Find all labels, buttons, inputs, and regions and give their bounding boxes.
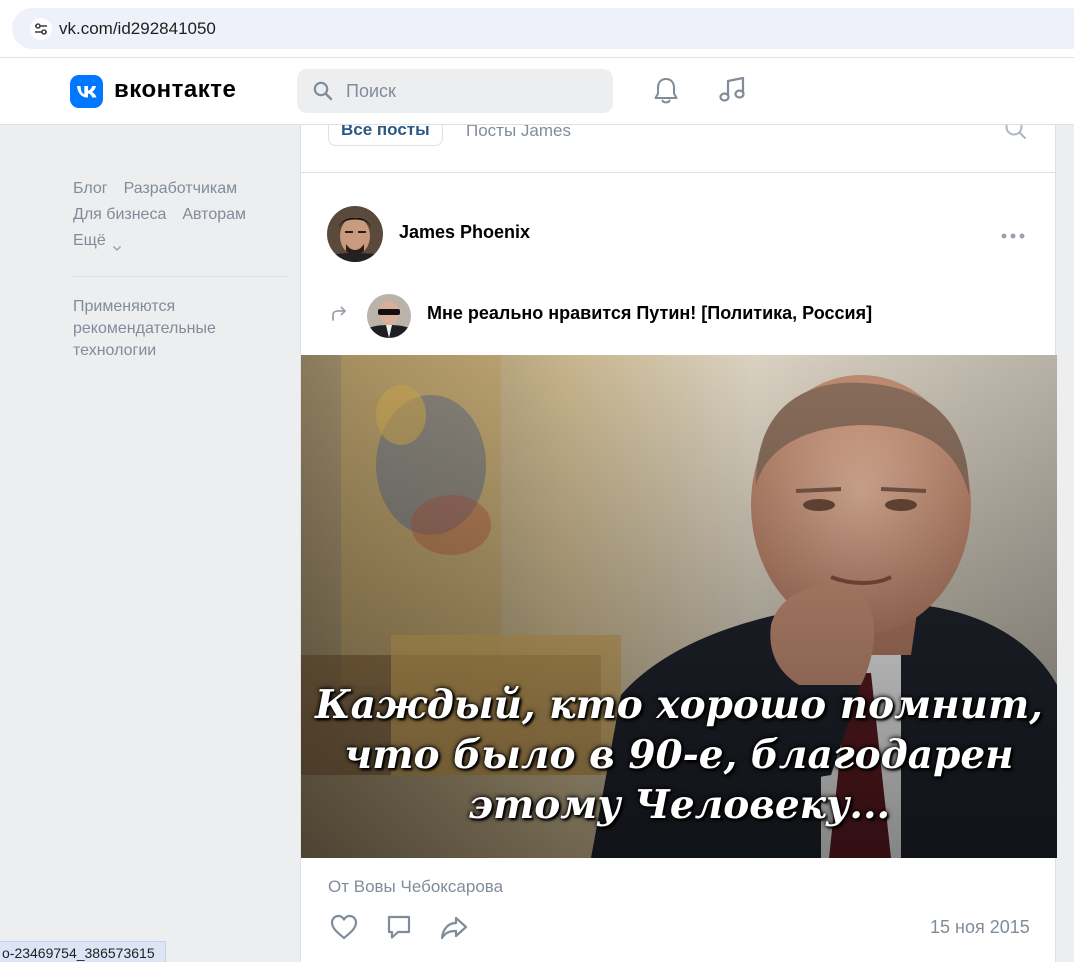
- bell-icon[interactable]: [652, 76, 680, 106]
- search-icon[interactable]: [1004, 125, 1028, 141]
- more-menu[interactable]: Ещё: [73, 228, 293, 254]
- url-text[interactable]: vk.com/id292841050: [59, 19, 216, 39]
- chevron-down-icon: [112, 236, 122, 252]
- post-source[interactable]: От Вовы Чебоксарова: [328, 877, 503, 897]
- share-icon[interactable]: [439, 913, 469, 941]
- post-card: James Phoenix Мне реально нравится Путин…: [300, 173, 1057, 962]
- repost-source-avatar[interactable]: [367, 294, 411, 338]
- search-icon: [313, 81, 333, 101]
- address-bar[interactable]: vk.com/id292841050: [12, 8, 1074, 49]
- footer-links: Блог Разработчикам Для бизнеса Авторам Ещё: [73, 176, 293, 254]
- link-business[interactable]: Для бизнеса: [73, 206, 166, 223]
- recommendation-note[interactable]: Применяются рекомендательные технологии: [73, 296, 273, 362]
- author-avatar[interactable]: [327, 206, 383, 262]
- heart-icon[interactable]: [329, 913, 359, 941]
- search-input[interactable]: Поиск: [297, 69, 613, 113]
- image-caption: Каждый, кто хорошо помнит, что было в 90…: [315, 682, 1043, 828]
- music-icon[interactable]: [716, 74, 748, 106]
- search-placeholder: Поиск: [346, 81, 396, 101]
- browser-toolbar: vk.com/id292841050: [0, 0, 1074, 58]
- link-more[interactable]: Ещё: [73, 228, 106, 254]
- comment-icon[interactable]: [385, 913, 413, 941]
- status-link-preview: o-23469754_386573615: [0, 941, 166, 962]
- link-blog[interactable]: Блог: [73, 180, 108, 197]
- tune-icon[interactable]: [30, 18, 52, 40]
- tab-user-posts[interactable]: Посты James: [466, 125, 571, 146]
- post-photo[interactable]: Каждый, кто хорошо помнит, что было в 90…: [301, 355, 1057, 858]
- wall-tabs: Все посты Посты James: [300, 125, 1056, 173]
- link-developers[interactable]: Разработчикам: [124, 180, 238, 197]
- more-icon[interactable]: [1001, 228, 1025, 239]
- link-authors[interactable]: Авторам: [182, 206, 246, 223]
- vk-header: вконтакте Поиск: [0, 58, 1074, 125]
- tab-all-posts[interactable]: Все посты: [328, 125, 443, 146]
- sidebar-divider: [73, 276, 287, 277]
- repost-arrow-icon: [329, 304, 349, 324]
- brand-name[interactable]: вконтакте: [114, 76, 236, 104]
- post-date[interactable]: 15 ноя 2015: [930, 917, 1030, 938]
- vk-logo-icon[interactable]: [70, 75, 103, 108]
- repost-title[interactable]: Мне реально нравится Путин! [Политика, Р…: [427, 303, 872, 324]
- author-name[interactable]: James Phoenix: [399, 222, 530, 243]
